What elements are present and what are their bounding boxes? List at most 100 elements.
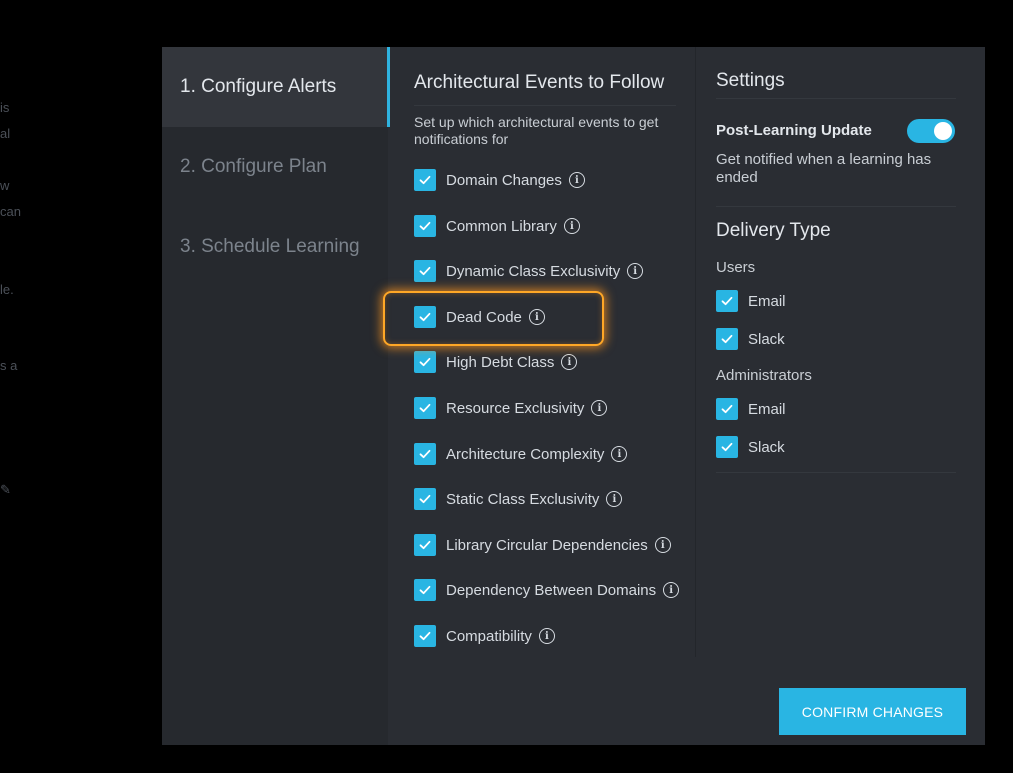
events-panel: Architectural Events to Follow Set up wh… bbox=[390, 47, 695, 657]
info-icon[interactable]: i bbox=[561, 354, 578, 370]
step-configure-plan[interactable]: 2. Configure Plan bbox=[162, 127, 388, 207]
background-text-fragment: w bbox=[0, 178, 10, 193]
event-item[interactable]: Compatibility i bbox=[414, 624, 555, 648]
step-label: 3. Schedule Learning bbox=[180, 236, 360, 257]
delivery-option-label: Email bbox=[748, 292, 786, 310]
background-text-fragment: can bbox=[0, 204, 21, 219]
event-item[interactable]: Resource Exclusivity i bbox=[414, 396, 608, 420]
event-item[interactable]: Dependency Between Domains i bbox=[414, 578, 680, 602]
event-checkbox[interactable] bbox=[414, 488, 436, 510]
delivery-option[interactable]: Email bbox=[716, 289, 786, 313]
delivery-option-label: Slack bbox=[748, 330, 785, 348]
event-checkbox[interactable] bbox=[414, 625, 436, 647]
info-icon[interactable]: i bbox=[528, 309, 545, 325]
background-text-fragment: is bbox=[0, 100, 10, 115]
event-item[interactable]: Static Class Exclusivity i bbox=[414, 487, 623, 511]
delivery-checkbox[interactable] bbox=[716, 290, 738, 312]
delivery-option-label: Email bbox=[748, 400, 786, 418]
post-learning-toggle[interactable] bbox=[907, 119, 955, 143]
event-item[interactable]: Architecture Complexity i bbox=[414, 442, 628, 466]
event-checkbox[interactable] bbox=[414, 260, 436, 282]
check-icon bbox=[419, 585, 431, 595]
steps-sidebar: 1. Configure Alerts 2. Configure Plan 3.… bbox=[162, 47, 390, 745]
delivery-type-title: Delivery Type bbox=[716, 220, 831, 241]
event-label: Domain Changes bbox=[446, 171, 562, 189]
background-text-fragment: s a bbox=[0, 358, 18, 373]
check-icon bbox=[419, 540, 431, 550]
toggle-knob bbox=[934, 122, 952, 140]
event-label: Resource Exclusivity bbox=[446, 399, 585, 417]
delivery-option[interactable]: Email bbox=[716, 397, 786, 421]
check-icon bbox=[419, 631, 431, 641]
delivery-option[interactable]: Slack bbox=[716, 327, 785, 351]
info-icon[interactable]: i bbox=[627, 263, 644, 279]
event-label: Dynamic Class Exclusivity bbox=[446, 262, 621, 280]
event-checkbox[interactable] bbox=[414, 351, 436, 373]
divider bbox=[716, 472, 956, 473]
check-icon bbox=[721, 296, 733, 306]
info-icon[interactable]: i bbox=[568, 172, 585, 188]
event-label: Library Circular Dependencies bbox=[446, 536, 648, 554]
check-icon bbox=[419, 221, 431, 231]
check-icon bbox=[419, 175, 431, 185]
event-checkbox[interactable] bbox=[414, 397, 436, 419]
alerts-modal: 1. Configure Alerts 2. Configure Plan 3.… bbox=[162, 47, 985, 745]
settings-title: Settings bbox=[716, 70, 785, 91]
event-label: Common Library bbox=[446, 217, 557, 235]
info-icon[interactable]: i bbox=[538, 628, 555, 644]
step-configure-alerts[interactable]: 1. Configure Alerts bbox=[162, 47, 388, 127]
step-schedule-learning[interactable]: 3. Schedule Learning bbox=[162, 207, 388, 287]
event-item[interactable]: Library Circular Dependencies i bbox=[414, 533, 671, 557]
check-icon bbox=[721, 334, 733, 344]
event-checkbox[interactable] bbox=[414, 306, 436, 328]
event-label: Dead Code bbox=[446, 308, 522, 326]
event-checkbox[interactable] bbox=[414, 443, 436, 465]
event-label: High Debt Class bbox=[446, 353, 555, 371]
events-description: Set up which architectural events to get… bbox=[414, 114, 659, 147]
check-icon bbox=[419, 312, 431, 322]
background-text-fragment: le. bbox=[0, 282, 14, 297]
event-checkbox[interactable] bbox=[414, 534, 436, 556]
info-icon[interactable]: i bbox=[611, 446, 628, 462]
event-checkbox[interactable] bbox=[414, 215, 436, 237]
delivery-checkbox[interactable] bbox=[716, 328, 738, 350]
event-checkbox[interactable] bbox=[414, 579, 436, 601]
delivery-option-label: Slack bbox=[748, 438, 785, 456]
check-icon bbox=[721, 442, 733, 452]
info-icon[interactable]: i bbox=[591, 400, 608, 416]
divider bbox=[716, 206, 956, 207]
events-title: Architectural Events to Follow bbox=[414, 72, 665, 93]
event-label: Compatibility bbox=[446, 627, 532, 645]
step-label: 1. Configure Alerts bbox=[180, 76, 337, 97]
divider bbox=[716, 98, 956, 99]
post-learning-label: Post-Learning Update bbox=[716, 122, 872, 139]
check-icon bbox=[419, 494, 431, 504]
check-icon bbox=[721, 404, 733, 414]
step-label: 2. Configure Plan bbox=[180, 156, 327, 177]
check-icon bbox=[419, 449, 431, 459]
event-label: Dependency Between Domains bbox=[446, 581, 657, 599]
event-label: Architecture Complexity bbox=[446, 445, 605, 463]
event-item[interactable]: High Debt Class i bbox=[414, 350, 578, 374]
event-item[interactable]: Domain Changes i bbox=[414, 168, 585, 192]
event-item[interactable]: Dynamic Class Exclusivity i bbox=[414, 259, 644, 283]
delivery-option[interactable]: Slack bbox=[716, 435, 785, 459]
event-item[interactable]: Common Library i bbox=[414, 214, 580, 238]
info-icon[interactable]: i bbox=[563, 218, 580, 234]
info-icon[interactable]: i bbox=[606, 491, 623, 507]
delivery-checkbox[interactable] bbox=[716, 398, 738, 420]
check-icon bbox=[419, 266, 431, 276]
delivery-checkbox[interactable] bbox=[716, 436, 738, 458]
confirm-changes-button[interactable]: CONFIRM CHANGES bbox=[779, 688, 966, 735]
check-icon bbox=[419, 357, 431, 367]
delivery-group-label: Administrators bbox=[716, 367, 812, 384]
info-icon[interactable]: i bbox=[654, 537, 671, 553]
background-pencil-icon: ✎ bbox=[0, 482, 11, 497]
post-learning-description: Get notified when a learning has ended bbox=[716, 151, 932, 186]
delivery-group-label: Users bbox=[716, 259, 756, 276]
background-text-fragment: al bbox=[0, 126, 11, 141]
event-label: Static Class Exclusivity bbox=[446, 490, 600, 508]
info-icon[interactable]: i bbox=[663, 582, 680, 598]
event-checkbox[interactable] bbox=[414, 169, 436, 191]
event-item[interactable]: Dead Code i bbox=[414, 305, 545, 329]
